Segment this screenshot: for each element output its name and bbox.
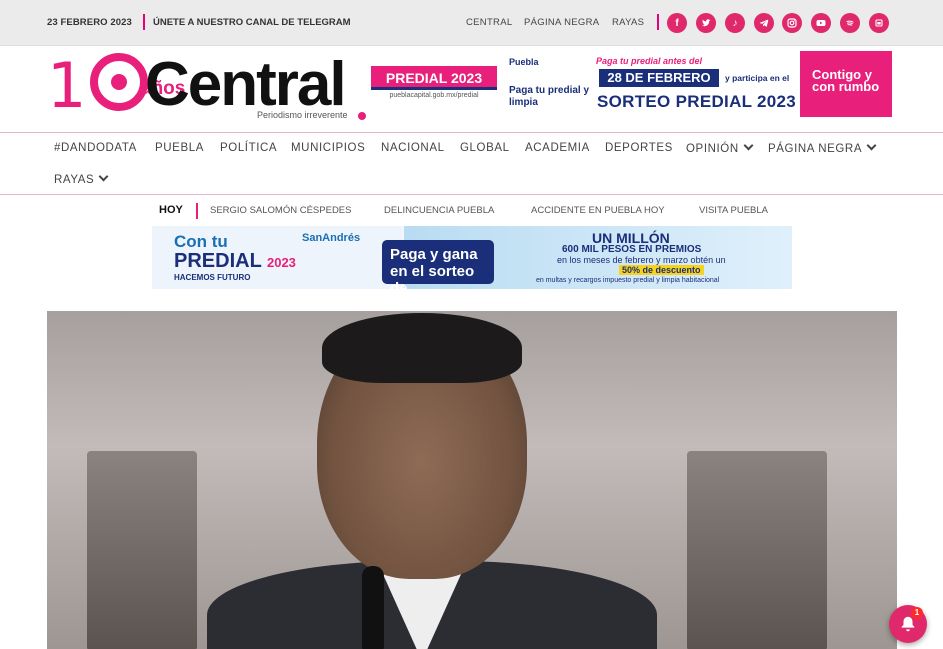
banner-predial-label: PREDIAL	[174, 250, 262, 272]
ad-puebla-logo: Puebla Paga tu predial y limpia	[509, 57, 599, 113]
nav-label: OPINIÓN	[686, 143, 739, 155]
chevron-down-icon	[866, 140, 877, 151]
nav-item-academia[interactable]: ACADEMIA	[525, 142, 590, 154]
article-hero-image[interactable]	[47, 311, 897, 649]
nav-label: RAYAS	[54, 174, 95, 186]
hero-hair	[322, 313, 522, 383]
logo-tagline: Periodismo irreverente	[257, 110, 348, 120]
nav-label: PÁGINA NEGRA	[768, 143, 863, 155]
nav-item-municipios[interactable]: MUNICIPIOS	[291, 142, 365, 154]
twitter-icon[interactable]	[696, 13, 716, 33]
banner-year: 2023	[266, 255, 296, 270]
ad-participa: y participa en el	[725, 73, 790, 83]
banner-premios: 600 MIL PESOS EN PREMIOS	[562, 244, 702, 255]
nav-item-puebla[interactable]: PUEBLA	[155, 142, 204, 154]
predial-ad-banner[interactable]: Con tu PREDIAL 2023 HACEMOS FUTURO SanAn…	[152, 226, 792, 289]
divider	[196, 203, 198, 219]
logo-dot	[358, 112, 366, 120]
current-date: 23 FEBRERO 2023	[47, 17, 132, 28]
header-ad-banner[interactable]: PREDIAL 2023 pueblacapital.gob.mx/predia…	[371, 51, 892, 117]
hero-furniture-right	[687, 451, 827, 649]
banner-con: Con tu	[174, 232, 228, 251]
nav-item-deportes[interactable]: DEPORTES	[605, 142, 673, 154]
youtube-icon[interactable]	[811, 13, 831, 33]
banner-predial: PREDIAL 2023	[174, 250, 296, 273]
trending-item[interactable]: DELINCUENCIA PUEBLA	[384, 205, 494, 216]
trending-item[interactable]: SERGIO SALOMÓN CÉSPEDES	[210, 205, 351, 216]
trending-item[interactable]: ACCIDENTE EN PUEBLA HOY	[531, 205, 665, 216]
hero-furniture-left	[87, 451, 197, 649]
nav-item-nacional[interactable]: NACIONAL	[381, 142, 445, 154]
top-link-pagina-negra[interactable]: PÁGINA NEGRA	[524, 17, 599, 28]
ad-url: pueblacapital.gob.mx/predial	[389, 92, 479, 99]
nav-divider-top	[0, 132, 943, 133]
chevron-down-icon	[98, 171, 109, 182]
divider	[143, 14, 145, 30]
ad-puebla-label: Puebla	[509, 57, 539, 67]
ad-paga-limpia: Paga tu predial y limpia	[509, 85, 590, 108]
nav-divider-bottom	[0, 194, 943, 195]
spotify-icon[interactable]	[840, 13, 860, 33]
nav-item-pagina-negra[interactable]: PÁGINA NEGRA	[768, 140, 877, 155]
ad-deadline: 28 DE FEBRERO	[599, 69, 719, 87]
banner-paga-gana: Paga y gana en el sorteo de	[382, 240, 494, 289]
notification-badge: 1	[911, 607, 923, 619]
telegram-icon[interactable]	[754, 13, 774, 33]
podcast-icon[interactable]	[869, 13, 889, 33]
ad-bar	[371, 87, 497, 90]
ad-contigo-logo: Contigo y con rumbo	[800, 51, 892, 117]
nav-item-rayas[interactable]: RAYAS	[54, 171, 109, 186]
divider	[657, 14, 659, 30]
ad-sorteo: SORTEO PREDIAL 2023	[597, 92, 797, 111]
logo-brand: Central	[145, 50, 347, 119]
trending-label: HOY	[159, 204, 183, 216]
top-link-central[interactable]: CENTRAL	[466, 17, 512, 28]
telegram-link[interactable]: ÚNETE A NUESTRO CANAL DE TELEGRAM	[153, 17, 351, 28]
notification-bell-button[interactable]: 1	[889, 605, 927, 643]
chevron-down-icon	[743, 140, 754, 151]
top-bar: 23 FEBRERO 2023 ÚNETE A NUESTRO CANAL DE…	[0, 0, 943, 46]
top-link-rayas[interactable]: RAYAS	[612, 17, 644, 28]
nav-item-opinion[interactable]: OPINIÓN	[686, 140, 754, 155]
instagram-icon[interactable]	[782, 13, 802, 33]
nav-item-dandodata[interactable]: #DANDODATA	[54, 142, 137, 154]
nav-item-politica[interactable]: POLÍTICA	[220, 142, 277, 154]
banner-descuento: 50% de descuento	[619, 265, 704, 275]
hero-microphone	[362, 566, 384, 649]
banner-meses: en los meses de febrero y marzo obtén un	[557, 255, 726, 265]
ad-paga-text: Paga tu predial antes del	[596, 56, 703, 66]
trending-item[interactable]: VISITA PUEBLA	[699, 205, 768, 216]
banner-sanandres-logo: SanAndrés	[302, 232, 361, 244]
facebook-icon[interactable]: f	[667, 13, 687, 33]
site-logo[interactable]: 1 años Central Periodismo irreverente	[47, 52, 369, 124]
banner-hacemos: HACEMOS FUTURO	[174, 273, 251, 282]
logo-ten-icon: 1	[47, 52, 149, 120]
nav-item-global[interactable]: GLOBAL	[460, 142, 510, 154]
banner-multas: en multas y recargos impuesto predial y …	[536, 277, 720, 284]
tiktok-icon[interactable]: ♪	[725, 13, 745, 33]
